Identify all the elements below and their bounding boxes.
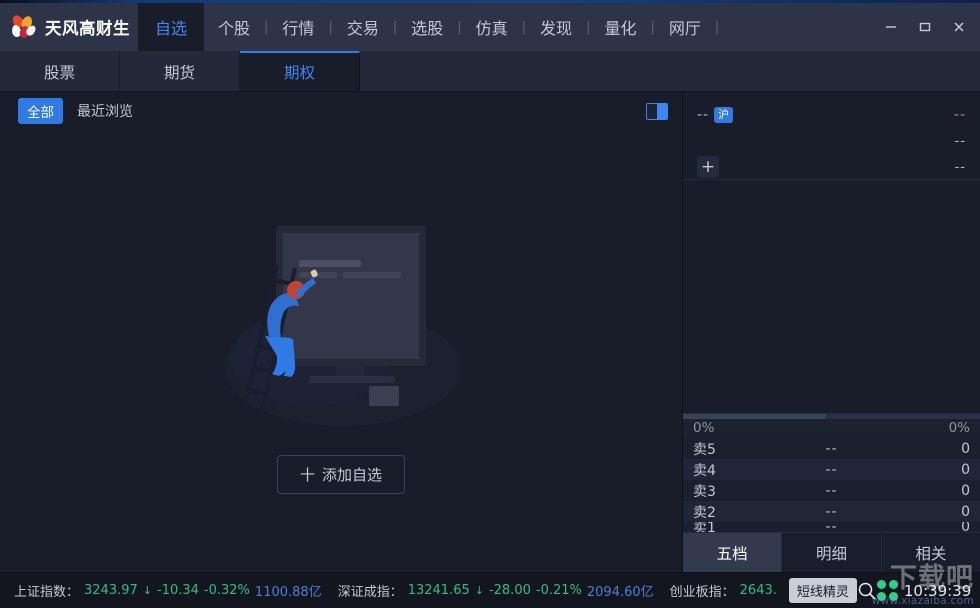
tab-xiangguan[interactable]: 相关 — [882, 533, 980, 572]
index-value: 13241.65 — [408, 583, 470, 598]
tab-gupiao[interactable]: 股票 — [0, 51, 120, 91]
tab-wudang[interactable]: 五档 — [683, 533, 782, 572]
quote-name-text: -- — [697, 107, 709, 123]
window-controls — [876, 3, 974, 51]
clock: 10:39:39 — [904, 582, 971, 600]
quote-name-row: -- 沪 -- — [697, 102, 966, 128]
order-book-label: 卖1 — [693, 522, 753, 532]
index-name: 上证指数： — [14, 581, 79, 600]
tab-qihuo[interactable]: 期货 — [120, 51, 240, 91]
index-value: 3243.97 — [84, 583, 138, 598]
index-chinext[interactable]: 创业板指： 2643. — [670, 581, 777, 600]
index-change: -28.00 — [489, 583, 531, 598]
nav-item-fangzhen[interactable]: 仿真 — [462, 3, 522, 51]
flower-logo-icon — [12, 15, 38, 39]
nav-item-lianghua[interactable]: 量化 — [590, 3, 650, 51]
order-book-row[interactable]: 卖1 -- 0 — [683, 522, 980, 532]
order-book-volume: 0 — [910, 462, 970, 478]
ratio-left-label: 0% — [693, 420, 714, 436]
ratio-right-label: 0% — [949, 420, 970, 436]
nav-item-faxian[interactable]: 发现 — [526, 3, 586, 51]
add-quote-button[interactable]: + — [697, 156, 719, 178]
quote-detail-tabs: 五档 明细 相关 — [683, 532, 980, 572]
nav-item-xuangu[interactable]: 选股 — [397, 3, 457, 51]
index-pct: -0.21% — [536, 583, 582, 598]
nav-item-gegu[interactable]: 个股 — [204, 3, 264, 51]
order-book-price: -- — [753, 504, 910, 520]
quote-pane: -- 沪 -- -- + -- 0 — [683, 92, 980, 572]
quote-chart-area — [683, 180, 980, 413]
sub-tabs-filler — [360, 51, 980, 91]
market-badge-sh: 沪 — [714, 107, 733, 123]
order-book-row[interactable]: 卖3 -- 0 — [683, 480, 980, 501]
order-book-label: 卖2 — [693, 502, 753, 522]
filter-all-button[interactable]: 全部 — [18, 98, 63, 124]
tab-qiquan[interactable]: 期权 — [240, 51, 360, 91]
main-nav: 自选 个股 | 行情 | 交易 | 选股 | 仿真 | 发现 | 量化 | 网厅… — [138, 3, 719, 51]
empty-state: 十 添加自选 — [0, 130, 682, 572]
index-change: -10.34 — [157, 583, 199, 598]
index-name: 创业板指： — [670, 581, 735, 600]
index-value: 2643. — [740, 583, 777, 598]
quote-header: -- 沪 -- -- + -- — [683, 92, 980, 180]
quote-name: -- 沪 — [697, 107, 733, 123]
order-book-price: -- — [753, 462, 910, 478]
order-book-volume: 0 — [910, 441, 970, 457]
index-amount: 1100.88亿 — [255, 581, 322, 600]
nav-separator: | — [715, 3, 719, 51]
app-window: 天风高财生 自选 个股 | 行情 | 交易 | 选股 | 仿真 | 发现 | 量… — [0, 0, 980, 608]
order-book-volume: 0 — [910, 504, 970, 520]
quote-change-row: -- — [697, 128, 966, 154]
person-on-ladder-writing-board-illustration — [191, 208, 491, 433]
brand-name: 天风高财生 — [45, 15, 130, 39]
index-shenzhen[interactable]: 深证成指： 13241.65 ↓ -28.00 -0.21% 2094.60亿 — [338, 581, 654, 600]
index-pct: -0.32% — [204, 583, 250, 598]
minimize-icon[interactable] — [876, 12, 906, 42]
close-icon[interactable] — [944, 12, 974, 42]
down-arrow-icon: ↓ — [143, 584, 152, 597]
brand: 天风高财生 — [0, 3, 138, 51]
watchlist-pane: 全部 最近浏览 — [0, 92, 683, 572]
order-book-price: -- — [753, 483, 910, 499]
down-arrow-icon: ↓ — [475, 584, 484, 597]
plus-icon: 十 — [300, 464, 315, 485]
order-book-row[interactable]: 卖4 -- 0 — [683, 459, 980, 480]
order-book: 卖5 -- 0 卖4 -- 0 卖3 -- 0 卖2 -- 0 — [683, 438, 980, 532]
quote-change: -- — [955, 134, 966, 149]
quote-change-pct: -- — [955, 160, 966, 175]
green-dots-icon[interactable] — [877, 574, 898, 608]
statusbar: 上证指数： 3243.97 ↓ -10.34 -0.32% 1100.88亿 深… — [0, 572, 980, 608]
add-watchlist-button[interactable]: 十 添加自选 — [277, 455, 405, 494]
nav-item-zixuan[interactable]: 自选 — [138, 3, 204, 51]
order-book-price: -- — [753, 522, 910, 532]
add-watchlist-label: 添加自选 — [322, 464, 382, 485]
index-name: 深证成指： — [338, 581, 403, 600]
maximize-icon[interactable] — [910, 12, 940, 42]
index-shanghai[interactable]: 上证指数： 3243.97 ↓ -10.34 -0.32% 1100.88亿 — [14, 581, 322, 600]
order-book-volume: 0 — [910, 522, 970, 532]
ratio-labels: 0% 0% — [683, 419, 980, 438]
quote-pct-row: + -- — [697, 154, 966, 180]
order-book-label: 卖3 — [693, 481, 753, 501]
titlebar: 天风高财生 自选 个股 | 行情 | 交易 | 选股 | 仿真 | 发现 | 量… — [0, 3, 980, 51]
nav-item-wangting[interactable]: 网厅 — [655, 3, 715, 51]
sub-tabs: 股票 期货 期权 — [0, 51, 980, 92]
nav-item-hangqing[interactable]: 行情 — [268, 3, 328, 51]
index-amount: 2094.60亿 — [587, 581, 654, 600]
nav-item-jiaoyi[interactable]: 交易 — [333, 3, 393, 51]
order-book-row[interactable]: 卖5 -- 0 — [683, 438, 980, 459]
tab-mingxi[interactable]: 明细 — [782, 533, 881, 572]
order-book-volume: 0 — [910, 483, 970, 499]
short-term-assistant-button[interactable]: 短线精灵 — [789, 578, 857, 603]
panel-layout-icon[interactable] — [646, 103, 668, 120]
recent-viewed-link[interactable]: 最近浏览 — [77, 101, 133, 121]
order-book-price: -- — [753, 441, 910, 457]
order-book-label: 卖4 — [693, 460, 753, 480]
watchlist-toolbar: 全部 最近浏览 — [0, 92, 682, 130]
quote-price: -- — [954, 107, 966, 123]
order-book-label: 卖5 — [693, 439, 753, 459]
order-book-row[interactable]: 卖2 -- 0 — [683, 501, 980, 522]
search-icon[interactable] — [857, 574, 877, 608]
body: 全部 最近浏览 — [0, 92, 980, 572]
